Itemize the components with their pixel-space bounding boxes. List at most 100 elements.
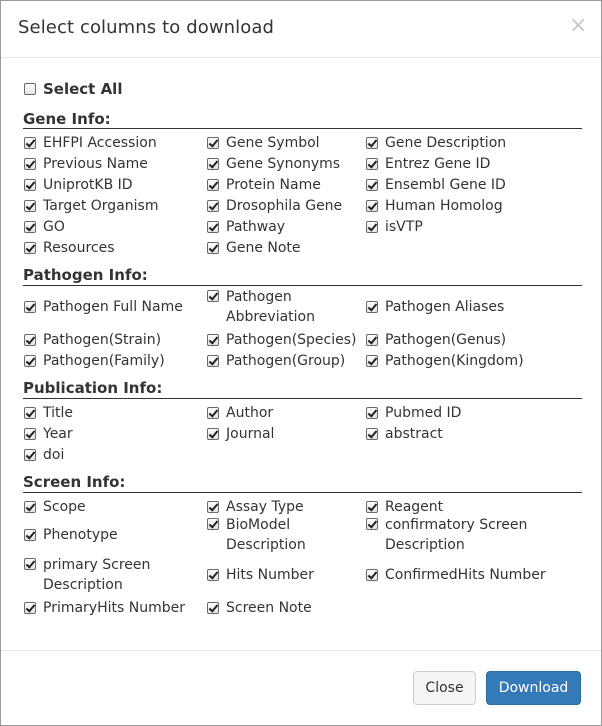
label-pathogen-abbreviation[interactable]: Pathogen Abbreviation (226, 287, 364, 327)
checkbox-pathogen-full-name[interactable] (24, 301, 36, 313)
label-scope[interactable]: Scope (43, 497, 193, 517)
label-uniprotkb-id[interactable]: UniprotKB ID (43, 175, 193, 195)
label-pathogen-species[interactable]: Pathogen(Species) (226, 330, 364, 350)
label-ensembl-gene-id[interactable]: Ensembl Gene ID (385, 175, 585, 195)
checkbox-go[interactable] (24, 221, 36, 233)
checkbox-pathogen-kingdom[interactable] (366, 355, 378, 367)
section-divider (23, 285, 582, 286)
checkbox-biomodel-description[interactable] (207, 518, 219, 530)
checkbox-abstract[interactable] (366, 428, 378, 440)
label-pathogen-genus[interactable]: Pathogen(Genus) (385, 330, 585, 350)
checkbox-primary-screen-description[interactable] (24, 558, 36, 570)
label-abstract[interactable]: abstract (385, 424, 585, 444)
label-gene-note[interactable]: Gene Note (226, 238, 364, 258)
label-pathway[interactable]: Pathway (226, 217, 364, 237)
label-doi[interactable]: doi (43, 445, 193, 465)
checkbox-gene-synonyms[interactable] (207, 158, 219, 170)
label-target-organism[interactable]: Target Organism (43, 196, 193, 216)
label-primaryhits-number[interactable]: PrimaryHits Number (43, 598, 193, 618)
label-pathogen-group[interactable]: Pathogen(Group) (226, 351, 364, 371)
checkbox-year[interactable] (24, 428, 36, 440)
checkbox-target-organism[interactable] (24, 200, 36, 212)
checkbox-pathogen-species[interactable] (207, 334, 219, 346)
label-previous-name[interactable]: Previous Name (43, 154, 193, 174)
label-confirmatory-screen-description[interactable]: confirmatory Screen Description (385, 515, 585, 555)
label-title[interactable]: Title (43, 403, 193, 423)
section-divider (23, 492, 582, 493)
dialog-header: Select columns to download × (1, 1, 601, 58)
label-confirmedhits-number[interactable]: ConfirmedHits Number (385, 565, 585, 585)
checkbox-scope[interactable] (24, 501, 36, 513)
section-title-publication-info: Publication Info: (23, 379, 163, 397)
label-drosophila-gene[interactable]: Drosophila Gene (226, 196, 364, 216)
checkbox-pathogen-aliases[interactable] (366, 301, 378, 313)
label-author[interactable]: Author (226, 403, 364, 423)
label-biomodel-description[interactable]: BioModel Description (226, 515, 364, 555)
checkbox-confirmatory-screen-description[interactable] (366, 518, 378, 530)
label-resources[interactable]: Resources (43, 238, 193, 258)
label-protein-name[interactable]: Protein Name (226, 175, 364, 195)
checkbox-protein-name[interactable] (207, 179, 219, 191)
label-pathogen-full-name[interactable]: Pathogen Full Name (43, 297, 193, 317)
section-divider (23, 128, 582, 129)
label-journal[interactable]: Journal (226, 424, 364, 444)
checkbox-ehfpi-accession[interactable] (24, 137, 36, 149)
download-button[interactable]: Download (486, 671, 581, 705)
close-icon[interactable]: × (569, 15, 587, 37)
label-entrez-gene-id[interactable]: Entrez Gene ID (385, 154, 585, 174)
label-go[interactable]: GO (43, 217, 193, 237)
checkbox-screen-note[interactable] (207, 602, 219, 614)
checkbox-pathogen-abbreviation[interactable] (207, 290, 219, 302)
label-gene-description[interactable]: Gene Description (385, 133, 585, 153)
checkbox-phenotype[interactable] (24, 529, 36, 541)
checkbox-title[interactable] (24, 407, 36, 419)
checkbox-human-homolog[interactable] (366, 200, 378, 212)
label-phenotype[interactable]: Phenotype (43, 525, 193, 545)
checkbox-assay-type[interactable] (207, 501, 219, 513)
label-pathogen-strain[interactable]: Pathogen(Strain) (43, 330, 193, 350)
label-hits-number[interactable]: Hits Number (226, 565, 364, 585)
checkbox-pathogen-family[interactable] (24, 355, 36, 367)
checkbox-pathway[interactable] (207, 221, 219, 233)
label-year[interactable]: Year (43, 424, 193, 444)
label-pathogen-family[interactable]: Pathogen(Family) (43, 351, 193, 371)
checkbox-gene-note[interactable] (207, 242, 219, 254)
label-pubmed-id[interactable]: Pubmed ID (385, 403, 585, 423)
checkbox-pathogen-strain[interactable] (24, 334, 36, 346)
checkbox-resources[interactable] (24, 242, 36, 254)
label-gene-synonyms[interactable]: Gene Synonyms (226, 154, 364, 174)
label-human-homolog[interactable]: Human Homolog (385, 196, 585, 216)
checkbox-uniprotkb-id[interactable] (24, 179, 36, 191)
select-all-checkbox[interactable] (24, 83, 36, 95)
dialog-body: Select All Gene Info: EHFPI Accession Gene… (1, 58, 601, 650)
checkbox-drosophila-gene[interactable] (207, 200, 219, 212)
checkbox-pubmed-id[interactable] (366, 407, 378, 419)
label-pathogen-aliases[interactable]: Pathogen Aliases (385, 297, 585, 317)
checkbox-journal[interactable] (207, 428, 219, 440)
close-button[interactable]: Close (413, 671, 476, 705)
checkbox-reagent[interactable] (366, 501, 378, 513)
checkbox-entrez-gene-id[interactable] (366, 158, 378, 170)
label-gene-symbol[interactable]: Gene Symbol (226, 133, 364, 153)
checkbox-ensembl-gene-id[interactable] (366, 179, 378, 191)
label-assay-type[interactable]: Assay Type (226, 497, 364, 517)
label-pathogen-kingdom[interactable]: Pathogen(Kingdom) (385, 351, 585, 371)
section-title-screen-info: Screen Info: (23, 473, 126, 491)
checkbox-previous-name[interactable] (24, 158, 36, 170)
label-screen-note[interactable]: Screen Note (226, 598, 364, 618)
label-reagent[interactable]: Reagent (385, 497, 585, 517)
checkbox-gene-description[interactable] (366, 137, 378, 149)
checkbox-pathogen-genus[interactable] (366, 334, 378, 346)
label-primary-screen-description[interactable]: primary Screen Description (43, 555, 193, 595)
label-ehfpi-accession[interactable]: EHFPI Accession (43, 133, 193, 153)
label-isvtp[interactable]: isVTP (385, 217, 585, 237)
checkbox-confirmedhits-number[interactable] (366, 569, 378, 581)
checkbox-pathogen-group[interactable] (207, 355, 219, 367)
checkbox-hits-number[interactable] (207, 569, 219, 581)
checkbox-isvtp[interactable] (366, 221, 378, 233)
checkbox-doi[interactable] (24, 449, 36, 461)
checkbox-author[interactable] (207, 407, 219, 419)
checkbox-primaryhits-number[interactable] (24, 602, 36, 614)
checkbox-gene-symbol[interactable] (207, 137, 219, 149)
dialog-footer: Close Download (1, 650, 601, 726)
